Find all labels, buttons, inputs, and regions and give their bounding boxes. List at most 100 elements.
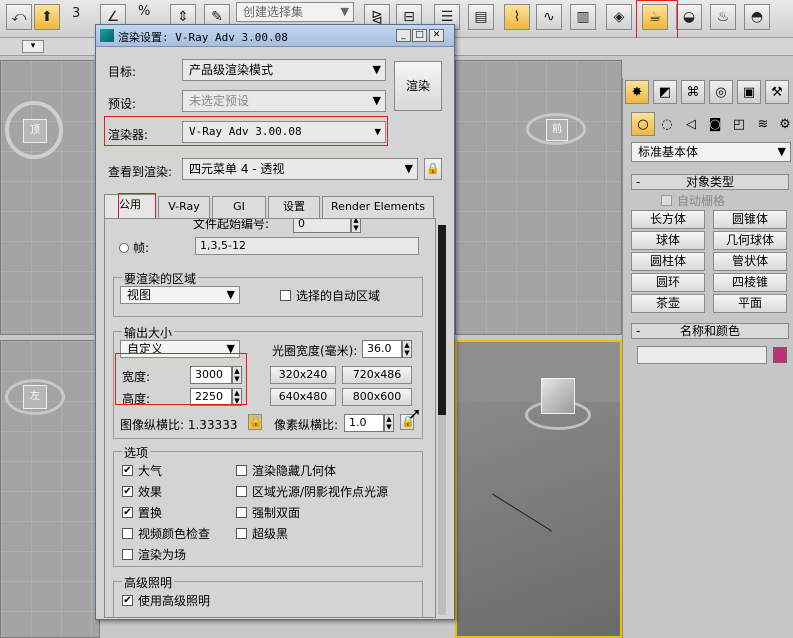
- pixel-aspect-spinner-icon[interactable]: ▲ ▼: [384, 414, 394, 432]
- helpers-icon[interactable]: ◰: [727, 112, 751, 136]
- teapot-button[interactable]: 茶壶: [631, 294, 705, 313]
- viewport-top[interactable]: 顶: [0, 60, 100, 335]
- auto-region-checkbox[interactable]: [280, 290, 291, 301]
- motion-tab-icon[interactable]: ◎: [709, 80, 733, 104]
- named-selection-set-dropdown[interactable]: 创建选择集 ▼: [236, 2, 354, 22]
- render-hidden-checkbox[interactable]: [236, 465, 247, 476]
- object-category-dropdown[interactable]: 标准基本体 ▼: [631, 142, 791, 162]
- preset-value: 未选定预设: [189, 94, 250, 108]
- cylinder-button[interactable]: 圆柱体: [631, 252, 705, 271]
- super-black-label: 超级黑: [252, 527, 289, 541]
- select-object-icon[interactable]: ⬆: [34, 4, 60, 30]
- video-color-check-checkbox[interactable]: [122, 528, 133, 539]
- render-to-fields-checkbox[interactable]: [122, 549, 133, 560]
- size-640x480-button[interactable]: 640x480: [270, 388, 336, 406]
- curve-editor-icon[interactable]: ⌇: [504, 4, 530, 30]
- torus-button[interactable]: 圆环: [631, 273, 705, 292]
- tab-render-elements[interactable]: Render Elements: [322, 196, 434, 218]
- aperture-input[interactable]: 36.0: [362, 340, 402, 358]
- file-start-input[interactable]: 0: [293, 219, 351, 233]
- target-dropdown[interactable]: 产品级渲染模式 ▼: [182, 59, 386, 81]
- output-size-title: 输出大小: [122, 324, 175, 341]
- advanced-lighting-title: 高级照明: [122, 574, 175, 591]
- modify-tab-icon[interactable]: ◩: [653, 80, 677, 104]
- pixel-aspect-label: 像素纵横比:: [274, 418, 339, 432]
- object-type-rollout-header[interactable]: - 对象类型: [631, 174, 789, 190]
- percent-snap-toggle[interactable]: %: [138, 4, 150, 19]
- viewcube-top[interactable]: 顶: [23, 119, 47, 143]
- lock-view-icon[interactable]: 🔒: [424, 158, 442, 180]
- cone-button[interactable]: 圆锥体: [713, 210, 787, 229]
- use-advanced-lighting-checkbox[interactable]: ✔: [122, 595, 133, 606]
- utilities-tab-icon[interactable]: ⚒: [765, 80, 789, 104]
- size-720x486-button[interactable]: 720x486: [342, 366, 412, 384]
- collapse-icon: -: [636, 175, 641, 189]
- spacewarps-icon[interactable]: ≋: [751, 112, 775, 136]
- scrollbar-thumb[interactable]: [438, 225, 446, 415]
- box-button[interactable]: 长方体: [631, 210, 705, 229]
- tab-gi[interactable]: GI: [212, 196, 266, 218]
- render-production-icon[interactable]: ♨: [710, 4, 736, 30]
- geometry-icon[interactable]: ○: [631, 112, 655, 136]
- options-title: 选项: [122, 444, 151, 461]
- frames-radio[interactable]: [119, 243, 129, 253]
- aperture-spinner-icon[interactable]: ▲ ▼: [402, 340, 412, 358]
- lights-icon[interactable]: ◁: [679, 112, 703, 136]
- tab-vray[interactable]: V-Ray: [158, 196, 210, 218]
- render-setup-small-icon[interactable]: ◈: [606, 4, 632, 30]
- view-to-render-dropdown[interactable]: 四元菜单 4 - 透视 ▼: [182, 158, 418, 180]
- tab-settings[interactable]: 设置: [268, 196, 320, 218]
- advanced-lighting-group: 高级照明 ✔ 使用高级照明: [113, 574, 423, 617]
- plane-button[interactable]: 平面: [713, 294, 787, 313]
- panel-scrollbar[interactable]: [438, 225, 446, 615]
- force-two-sided-checkbox[interactable]: [236, 507, 247, 518]
- render-iterative-icon[interactable]: ◓: [744, 4, 770, 30]
- rendered-frame-icon[interactable]: ◒: [676, 4, 702, 30]
- undo-icon[interactable]: ⤺: [6, 4, 32, 30]
- size-320x240-button[interactable]: 320x240: [270, 366, 336, 384]
- frames-input[interactable]: 1,3,5-12: [195, 237, 419, 255]
- object-color-swatch[interactable]: [773, 347, 787, 363]
- render-button[interactable]: 渲染: [394, 61, 442, 111]
- autogrid-checkbox[interactable]: [661, 195, 672, 206]
- viewport-menu-dropdown-icon[interactable]: ▾: [22, 40, 44, 53]
- minimize-icon[interactable]: _: [396, 29, 411, 42]
- geosphere-button[interactable]: 几何球体: [713, 231, 787, 250]
- super-black-checkbox[interactable]: [236, 528, 247, 539]
- size-800x600-button[interactable]: 800x600: [342, 388, 412, 406]
- lock-aspect-icon[interactable]: 🔒: [248, 414, 263, 430]
- viewcube-front[interactable]: 前: [546, 119, 568, 141]
- shapes-icon[interactable]: ◌: [655, 112, 679, 136]
- pixel-aspect-input[interactable]: 1.0: [344, 414, 384, 432]
- close-icon[interactable]: ✕: [429, 29, 444, 42]
- cameras-icon[interactable]: ◙: [703, 112, 727, 136]
- viewcube-perspective[interactable]: [541, 378, 575, 414]
- viewport-left[interactable]: 左: [0, 340, 100, 638]
- atmosphere-checkbox[interactable]: ✔: [122, 465, 133, 476]
- ribbon-icon[interactable]: ▤: [468, 4, 494, 30]
- frames-label: 帧:: [133, 241, 150, 255]
- display-tab-icon[interactable]: ▣: [737, 80, 761, 104]
- pyramid-button[interactable]: 四棱锥: [713, 273, 787, 292]
- dialog-titlebar[interactable]: 渲染设置: V-Ray Adv 3.00.08 _ □ ✕: [96, 25, 454, 47]
- effects-checkbox[interactable]: ✔: [122, 486, 133, 497]
- create-tab-icon[interactable]: ✸: [625, 80, 649, 104]
- preset-dropdown[interactable]: 未选定预设 ▼: [182, 90, 386, 112]
- sphere-button[interactable]: 球体: [631, 231, 705, 250]
- snap-toggle[interactable]: 3: [72, 6, 80, 21]
- displacement-checkbox[interactable]: ✔: [122, 507, 133, 518]
- object-name-input[interactable]: [637, 346, 767, 364]
- render-area-dropdown[interactable]: 视图 ▼: [120, 286, 240, 304]
- area-lights-point-checkbox[interactable]: [236, 486, 247, 497]
- viewcube-left[interactable]: 左: [23, 385, 47, 409]
- hierarchy-tab-icon[interactable]: ⌘: [681, 80, 705, 104]
- material-editor-icon[interactable]: ▥: [570, 4, 596, 30]
- schematic-view-icon[interactable]: ∿: [536, 4, 562, 30]
- viewport-perspective[interactable]: [455, 340, 622, 638]
- maximize-icon[interactable]: □: [412, 29, 427, 42]
- viewport-front[interactable]: 前: [455, 60, 622, 335]
- tube-button[interactable]: 管状体: [713, 252, 787, 271]
- name-color-rollout-header[interactable]: - 名称和颜色: [631, 323, 789, 339]
- systems-icon[interactable]: ⚙: [773, 112, 793, 136]
- file-start-spinner-icon[interactable]: ▲ ▼: [351, 219, 361, 233]
